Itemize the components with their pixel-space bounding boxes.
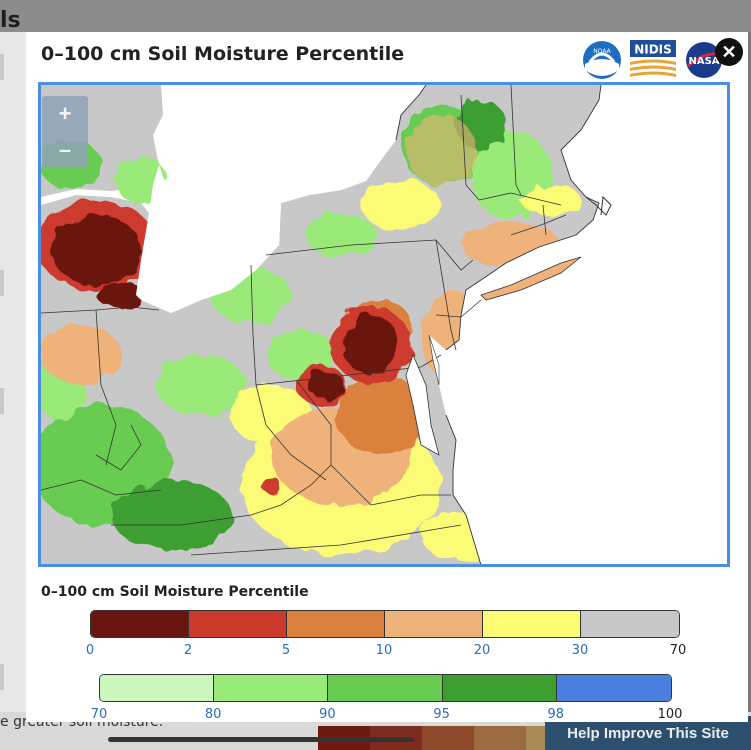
scroll-indicator [108, 737, 414, 742]
dry-legend-tick-label: 5 [281, 643, 291, 658]
nidis-logo: NIDIS [630, 40, 676, 80]
noaa-logo: NOAA [583, 41, 621, 79]
wet-legend-bar [99, 674, 672, 702]
svg-text:NIDIS: NIDIS [634, 43, 672, 57]
dry-legend-tick-label: 20 [473, 643, 491, 658]
dry-legend-swatch [385, 611, 483, 637]
wet-legend-swatch [442, 675, 557, 701]
map-modal: 0–100 cm Soil Moisture Percentile NOAA N… [26, 32, 748, 722]
dry-legend-bar [90, 610, 680, 638]
background-sidebar [0, 32, 26, 722]
background-bar-swatch [422, 726, 474, 750]
dry-legend-swatch [287, 611, 385, 637]
zoom-in-button[interactable]: + [42, 96, 88, 132]
wet-legend-swatch [214, 675, 329, 701]
sidebar-tick [0, 54, 4, 80]
wet-legend-tick-label: 80 [204, 707, 222, 722]
svg-text:NASA: NASA [688, 56, 719, 67]
dry-legend-swatch [581, 611, 679, 637]
map-canvas[interactable] [41, 85, 727, 564]
background-heading: ls [0, 8, 21, 33]
wet-legend-tick-label: 70 [90, 707, 108, 722]
dry-legend-tick-label: 2 [183, 643, 193, 658]
zoom-out-button[interactable]: – [42, 132, 88, 168]
sidebar-tick [0, 270, 4, 296]
modal-title: 0–100 cm Soil Moisture Percentile [41, 43, 405, 65]
partner-logos: NOAA NIDIS NASA [582, 40, 724, 80]
dry-legend-swatch [91, 611, 189, 637]
zoom-control: + – [42, 96, 88, 168]
wet-legend-tick-label: 95 [433, 707, 450, 722]
wet-legend-swatch [328, 675, 443, 701]
dry-legend-tick-label: 10 [375, 643, 393, 658]
wet-legend-tick-label: 90 [319, 707, 336, 722]
dry-legend-tick-label: 0 [85, 643, 95, 658]
background-bar-swatch [474, 726, 526, 750]
svg-text:NOAA: NOAA [593, 48, 611, 55]
sidebar-tick [0, 664, 4, 690]
close-button[interactable]: ✕ [715, 38, 743, 66]
wet-legend-swatch [556, 675, 671, 701]
wet-legend-tick-label: 100 [657, 707, 683, 722]
legend-title: 0–100 cm Soil Moisture Percentile [41, 584, 309, 600]
soil-moisture-map[interactable] [38, 82, 730, 567]
dry-legend-swatch [189, 611, 287, 637]
dry-legend-tick-label: 30 [571, 643, 589, 658]
sidebar-tick [0, 388, 4, 414]
dry-legend-tick-label: 70 [669, 643, 687, 658]
wet-legend-tick-label: 98 [547, 707, 565, 722]
dry-legend-swatch [483, 611, 581, 637]
background-header [0, 0, 751, 32]
wet-legend-swatch [100, 675, 215, 701]
